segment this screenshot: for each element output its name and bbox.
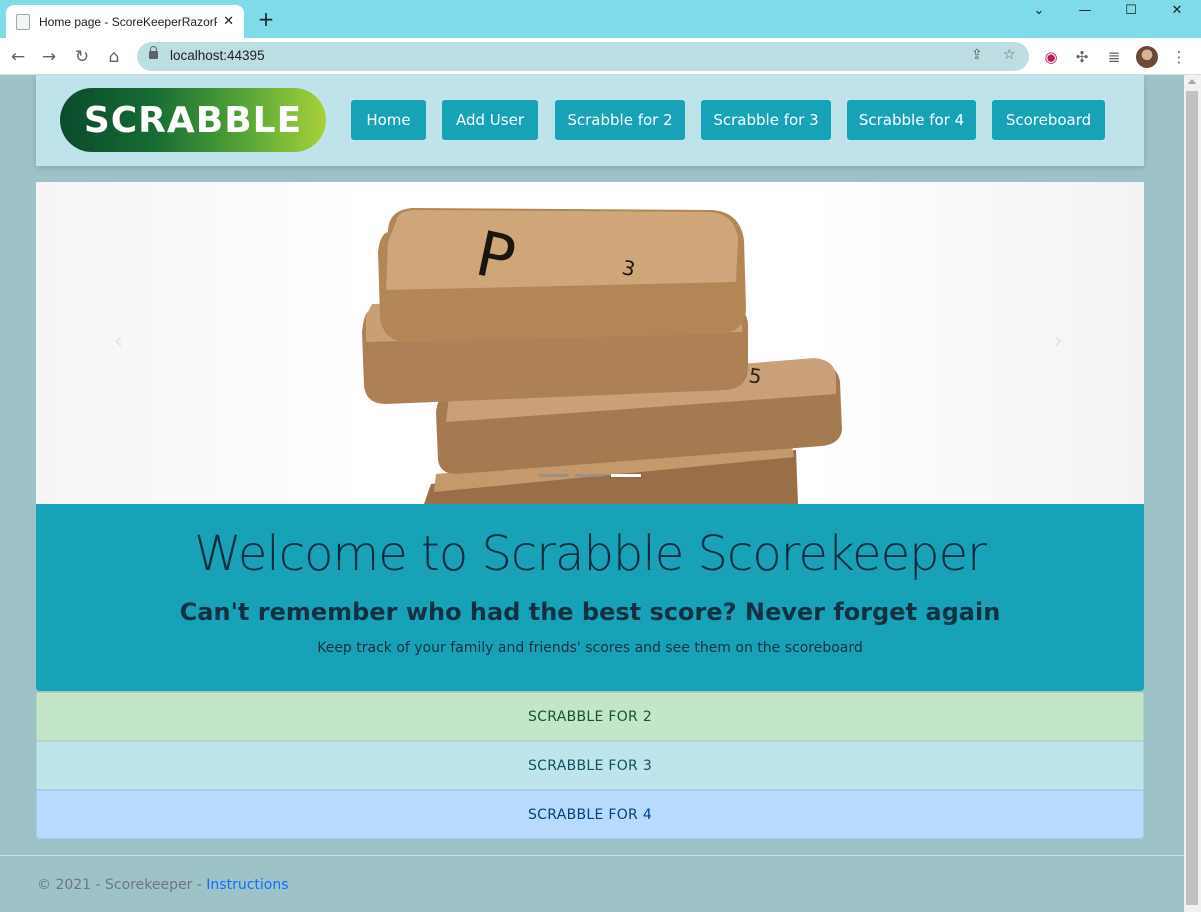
browser-menu-icon[interactable]: ⋮ [1168, 46, 1190, 68]
new-tab-button[interactable]: + [255, 8, 277, 30]
address-bar[interactable]: localhost:44395 ⇪ ☆ [137, 42, 1029, 71]
nav-scoreboard-button[interactable]: Scoreboard [992, 100, 1105, 140]
welcome-title: Welcome to Scrabble Scorekeeper [194, 526, 987, 582]
lock-icon [149, 46, 158, 59]
browser-tab[interactable]: Home page - ScoreKeeperRazorP ✕ [6, 5, 244, 38]
forward-icon[interactable]: → [38, 46, 60, 68]
screen-recorder-extension-icon[interactable]: ◉ [1040, 46, 1062, 68]
maximize-button[interactable]: ☐ [1108, 0, 1154, 22]
carousel-prev-icon[interactable]: ‹ [114, 331, 128, 353]
nav-scrabble-for-2-button[interactable]: Scrabble for 2 [555, 100, 685, 140]
nav-scrabble-for-3-button[interactable]: Scrabble for 3 [701, 100, 831, 140]
footer-divider [0, 855, 1184, 856]
bookmark-star-icon[interactable]: ☆ [1003, 47, 1016, 63]
footer: © 2021 - Scorekeeper - Instructions [37, 877, 289, 893]
site-header: SCRABBLE Home Add User Scrabble for 2 Sc… [36, 75, 1144, 166]
instructions-link[interactable]: Instructions [206, 877, 288, 893]
extensions-puzzle-icon[interactable]: ✣ [1071, 46, 1093, 68]
browser-tab-bar: Home page - ScoreKeeperRazorP ✕ + ⌄ — ☐ … [0, 0, 1201, 38]
carousel-indicator-1[interactable] [539, 474, 569, 477]
nav-add-user-button[interactable]: Add User [442, 100, 538, 140]
close-tab-icon[interactable]: ✕ [223, 14, 234, 29]
reading-list-icon[interactable]: ≣ [1103, 46, 1125, 68]
tab-search-icon[interactable]: ⌄ [1016, 0, 1062, 22]
image-carousel: 5 P 3 ‹ › [36, 182, 1144, 504]
welcome-subtitle: Can't remember who had the best score? N… [179, 598, 1001, 626]
nav-scrabble-for-4-button[interactable]: Scrabble for 4 [847, 100, 976, 140]
nav-home-button[interactable]: Home [351, 100, 426, 140]
share-icon[interactable]: ⇪ [971, 47, 983, 63]
carousel-indicator-3[interactable] [611, 474, 641, 477]
scrabble-tiles-image: 5 P 3 [362, 208, 842, 504]
reload-icon[interactable]: ↻ [71, 46, 93, 68]
close-window-button[interactable]: ✕ [1154, 0, 1200, 22]
profile-avatar[interactable] [1136, 46, 1158, 68]
scroll-thumb[interactable] [1186, 91, 1198, 905]
scrabble-logo[interactable]: SCRABBLE [60, 88, 326, 152]
scrabble-for-3-link[interactable]: SCRABBLE FOR 3 [36, 741, 1144, 790]
page-scrollbar[interactable] [1184, 75, 1201, 912]
page-favicon-icon [16, 13, 30, 30]
welcome-description: Keep track of your family and friends' s… [317, 640, 863, 656]
welcome-banner: Welcome to Scrabble Scorekeeper Can't re… [36, 504, 1144, 691]
tab-title: Home page - ScoreKeeperRazorP [39, 14, 218, 29]
scrabble-for-2-link[interactable]: SCRABBLE FOR 2 [36, 692, 1144, 741]
scrabble-for-4-link[interactable]: SCRABBLE FOR 4 [36, 790, 1144, 839]
logo-text: SCRABBLE [83, 99, 303, 141]
url-text: localhost:44395 [170, 48, 265, 63]
scroll-up-arrow-icon[interactable] [1188, 79, 1196, 84]
home-icon[interactable]: ⌂ [103, 46, 125, 68]
browser-toolbar: ← → ↻ ⌂ localhost:44395 ⇪ ☆ ◉ ✣ ≣ ⋮ [0, 38, 1201, 75]
footer-copyright: © 2021 - Scorekeeper - [37, 877, 207, 893]
back-icon[interactable]: ← [7, 46, 29, 68]
carousel-indicator-2[interactable] [575, 474, 605, 477]
minimize-button[interactable]: — [1062, 0, 1108, 22]
carousel-next-icon[interactable]: › [1054, 331, 1068, 353]
